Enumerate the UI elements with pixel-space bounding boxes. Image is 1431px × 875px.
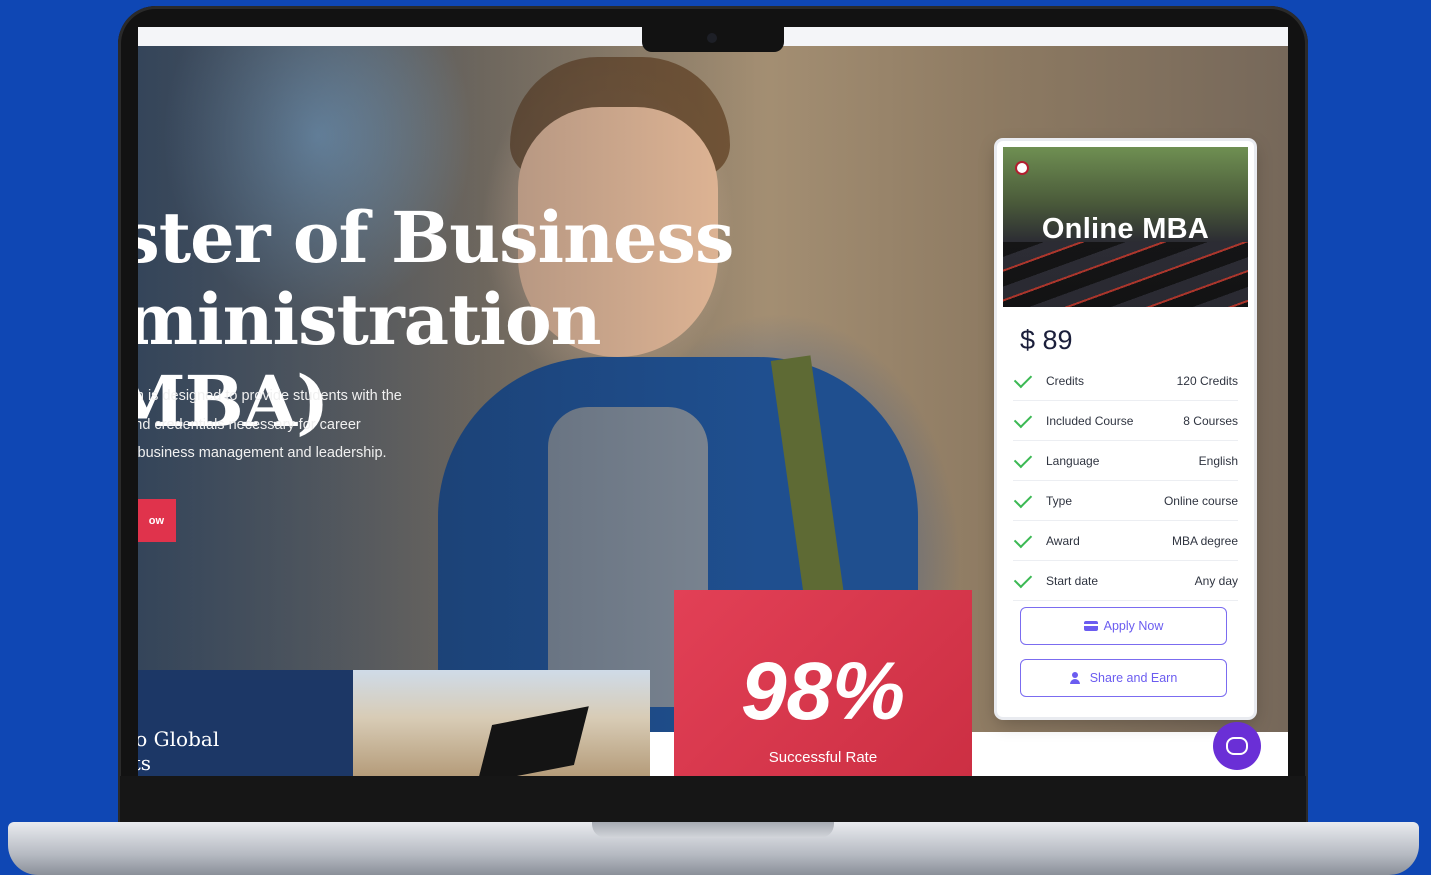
- course-price: $ 89: [1020, 325, 1073, 355]
- check-icon: [1013, 569, 1033, 588]
- detail-row-included-course: Included Course 8 Courses: [1013, 401, 1238, 441]
- detail-value: Online course: [1163, 493, 1238, 508]
- check-icon: [1013, 369, 1033, 388]
- detail-value: MBA degree: [1171, 533, 1238, 548]
- detail-value: Any day: [1194, 573, 1238, 588]
- detail-label: Language: [1046, 453, 1100, 468]
- detail-label: Included Course: [1046, 413, 1134, 428]
- hero-description-line-3: ent in business management and leadershi…: [138, 445, 387, 461]
- apply-now-button[interactable]: Apply Now: [1020, 607, 1227, 645]
- check-icon: [1013, 449, 1033, 468]
- share-and-earn-label: Share and Earn: [1089, 671, 1178, 685]
- hero-title-line-1: aster of Business: [138, 196, 734, 279]
- detail-row-credits: Credits 120 Credits: [1013, 361, 1238, 401]
- user-plus-icon: [1069, 672, 1084, 684]
- detail-label: Award: [1046, 533, 1080, 548]
- course-details-list: Credits 120 Credits Included Course 8 Co…: [1013, 361, 1238, 601]
- detail-value: 120 Credits: [1176, 373, 1238, 388]
- success-rate-value: 98%: [740, 646, 906, 737]
- detail-row-language: Language English: [1013, 441, 1238, 481]
- check-icon: [1013, 409, 1033, 428]
- chat-button[interactable]: [1213, 722, 1261, 770]
- detail-row-type: Type Online course: [1013, 481, 1238, 521]
- credit-card-icon: [1083, 621, 1098, 631]
- laptop-bezel-bottom: [120, 776, 1306, 822]
- success-rate-label: Successful Rate: [768, 749, 878, 766]
- course-banner-image: Online MBA: [1003, 147, 1248, 307]
- hero-description-line-1: rogram is designed to provide students w…: [138, 388, 402, 404]
- detail-value: English: [1198, 453, 1238, 468]
- detail-label: Credits: [1046, 373, 1085, 388]
- global-heading-line-2: ents: [138, 751, 152, 775]
- university-logo-icon: [1015, 161, 1029, 175]
- camera-icon: [707, 33, 717, 43]
- hero-cta-button[interactable]: ow: [138, 499, 176, 542]
- detail-label: Start date: [1046, 573, 1099, 588]
- hero-description-line-2: kills and credentials necessary for care…: [138, 416, 361, 433]
- detail-value: 8 Courses: [1183, 413, 1238, 428]
- course-card: Online MBA $ 89 Credits 120 Credits Incl…: [997, 141, 1254, 717]
- chat-bubble-icon: [1226, 737, 1248, 755]
- check-icon: [1013, 489, 1033, 508]
- global-heading-line-1: n to Global: [138, 727, 220, 751]
- detail-label: Type: [1046, 493, 1073, 508]
- detail-row-start-date: Start date Any day: [1013, 561, 1238, 601]
- laptop-screen: aster of Business dministration (MBA) ro…: [138, 27, 1288, 776]
- global-panel-heading: n to Global ents: [138, 727, 358, 775]
- course-banner-title: Online MBA: [1041, 213, 1210, 245]
- check-icon: [1013, 529, 1033, 548]
- laptop-base-groove: [592, 822, 834, 838]
- detail-row-award: Award MBA degree: [1013, 521, 1238, 561]
- share-and-earn-button[interactable]: Share and Earn: [1020, 659, 1227, 697]
- hero-description: rogram is designed to provide students w…: [138, 382, 458, 468]
- apply-now-label: Apply Now: [1103, 619, 1164, 633]
